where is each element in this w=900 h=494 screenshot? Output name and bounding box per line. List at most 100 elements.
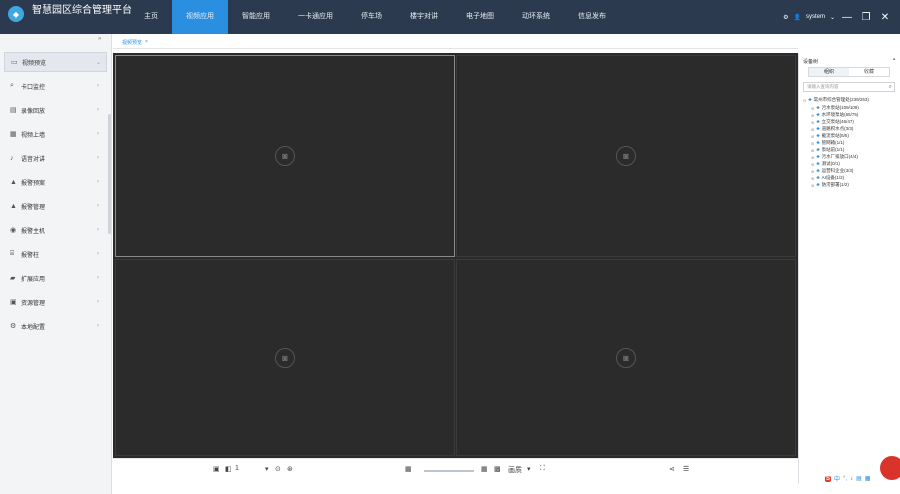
expand-icon[interactable]: ⊞ (811, 176, 814, 181)
stream-select[interactable]: 1 (235, 465, 239, 472)
share-icon[interactable]: ⋖ (669, 465, 675, 473)
video-pane-3[interactable]: ◙ (115, 259, 455, 456)
group-icon: ♣ (816, 119, 820, 125)
video-pane-1[interactable]: ◙ (115, 55, 455, 257)
expand-icon[interactable]: ⊞ (811, 141, 814, 146)
chevron-down-icon[interactable]: ▾ (265, 465, 269, 473)
nav-parking[interactable]: 停车场 (347, 0, 396, 34)
sidebar-item-alarm-plan[interactable]: ▲ 报警预案 › (4, 172, 107, 192)
tab-video-preview[interactable]: 视频预览 × (119, 37, 151, 47)
nav-home[interactable]: 主页 (130, 0, 172, 34)
expand-icon[interactable]: ⊞ (811, 155, 814, 160)
pin-icon[interactable]: ▪ (893, 57, 895, 63)
tree-node[interactable]: ⊞ ♣ 泵站前(1/1) (811, 147, 844, 153)
list-icon[interactable]: ☰ (683, 465, 689, 473)
sidebar-item-extension[interactable]: ▰ 扩展应用 › (4, 268, 107, 288)
close-icon[interactable]: × (145, 39, 148, 45)
sidebar-scrollbar[interactable] (108, 114, 111, 234)
group-icon: ♣ (816, 168, 820, 174)
tree-node[interactable]: ⊞ ♣ 截流泵站(5/5) (811, 133, 849, 139)
sidebar-item-resource[interactable]: ▣ 资源管理 › (4, 292, 107, 312)
expand-icon[interactable]: ⊞ (811, 106, 814, 111)
search-icon[interactable]: ⌕ (889, 83, 892, 91)
tree-node[interactable]: ⊞ ♣ 管网箱(1/1) (811, 140, 844, 146)
tree-node[interactable]: ⊞ ♣ 防涝部署(1/2) (811, 182, 849, 188)
restore-icon[interactable]: ❐ (859, 12, 873, 23)
save-icon[interactable]: ▣ (213, 465, 220, 473)
tree-node[interactable]: ⊞ ♣ 污水泵站(109/109) (811, 105, 859, 111)
collapse-icon[interactable]: ⊟ (803, 98, 806, 103)
tab-favorites[interactable]: 收藏 (849, 68, 889, 76)
input-method-bar: S 中 °, ♪ ▤ ▦ (825, 474, 870, 483)
tree-node[interactable]: ⊞ ♣ 运营科企业(3/3) (811, 168, 853, 174)
sidebar-item-intercom[interactable]: ♪ 语音对讲 › (4, 148, 107, 168)
sidebar-item-local-config[interactable]: ⚙ 本地配置 › (4, 316, 107, 336)
sidebar-item-label: 卡口监控 (21, 84, 46, 91)
nav-video[interactable]: 视频应用 (172, 0, 228, 34)
menu-icon[interactable]: ▦ (865, 475, 871, 482)
sidebar-item-alarm-manage[interactable]: ▲ 报警管理 › (4, 196, 107, 216)
tree-node[interactable]: ⊞ ♣ 道路积水点(3/3) (811, 126, 853, 132)
play-icon[interactable]: ⊙ (275, 465, 281, 473)
microphone-icon[interactable]: ♪ (850, 476, 853, 482)
user-name[interactable]: system (806, 14, 825, 20)
sogou-logo-icon[interactable]: S (825, 475, 832, 482)
camera-icon: ◙ (275, 347, 295, 368)
nav-map[interactable]: 电子地图 (452, 0, 508, 34)
expand-icon[interactable]: ⊞ (811, 169, 814, 174)
stream-icon[interactable]: ◧ (225, 465, 232, 473)
fullscreen-icon[interactable]: ⛶ (540, 465, 545, 473)
sidebar-item-label: 报警主机 (21, 228, 46, 235)
language-icon[interactable]: 中 (834, 474, 840, 483)
expand-icon[interactable]: ⊞ (811, 113, 814, 118)
tree-node[interactable]: ⊞ ♣ 测试(0/1) (811, 161, 840, 167)
gear-icon[interactable]: ⚙ (783, 14, 788, 21)
search-input[interactable]: 请输入查询内容 ⌕ (803, 82, 895, 92)
tab-organization[interactable]: 组织 (809, 68, 849, 76)
sidebar-item-playback[interactable]: ▤ 录像回放 › (4, 100, 107, 120)
double-chevron-left-icon[interactable]: » (98, 36, 101, 42)
chevron-down-icon[interactable]: ▾ (527, 465, 531, 473)
sidebar-item-video-wall[interactable]: ▦ 视频上墙 › (4, 124, 107, 144)
expand-icon[interactable]: ⊞ (811, 148, 814, 153)
refresh-icon[interactable]: ⊛ (287, 465, 293, 473)
tree-node[interactable]: ⊞ ♣ AI设备(1/2) (811, 175, 844, 181)
expand-icon[interactable]: ⊞ (811, 162, 814, 167)
chevron-down-icon[interactable]: ⌄ (830, 14, 835, 21)
group-icon: ♣ (816, 133, 820, 139)
tree-node[interactable]: ⊞ ♣ 水环境泵站(65/75) (811, 112, 858, 118)
expand-icon[interactable]: ⊞ (811, 120, 814, 125)
sidebar-item-checkpoint[interactable]: ⌕ 卡口监控 › (4, 76, 107, 96)
tab-bar: 视频预览 × (113, 34, 798, 49)
nav-intercom[interactable]: 楼宇对讲 (396, 0, 452, 34)
sidebar-item-alarm-host[interactable]: ◉ 报警主机 › (4, 220, 107, 240)
floating-action-button[interactable] (880, 456, 900, 480)
sidebar-item-label: 本地配置 (21, 324, 46, 331)
close-icon[interactable]: ✕ (878, 12, 892, 23)
tree-root[interactable]: ⊟ ♣ 常州市综合管理处(239/253) (803, 97, 869, 103)
video-pane-4[interactable]: ◙ (456, 259, 796, 456)
tree-label: AI设备(1/2) (821, 175, 845, 180)
nav-smart[interactable]: 智能应用 (228, 0, 284, 34)
expand-icon[interactable]: ⊞ (811, 134, 814, 139)
minimize-icon[interactable]: — (840, 12, 854, 23)
tree-node[interactable]: ⊞ ♣ 污水厂排放口(4/4) (811, 154, 858, 160)
nav-environment[interactable]: 动环系统 (508, 0, 564, 34)
nav-info[interactable]: 信息发布 (564, 0, 620, 34)
volume-slider[interactable] (424, 470, 474, 472)
sidebar-item-label: 视频上墙 (21, 132, 46, 139)
expand-icon[interactable]: ⊞ (811, 127, 814, 132)
nav-card[interactable]: 一卡通应用 (284, 0, 347, 34)
layout-icon[interactable]: ▦ (405, 465, 412, 473)
video-pane-2[interactable]: ◙ (456, 55, 796, 257)
picture-icon[interactable]: ▩ (494, 465, 501, 473)
tree-node[interactable]: ⊞ ♣ 立交泵站(46/47) (811, 119, 854, 125)
sidebar-item-video-preview[interactable]: ▭ 视频预览 ⌄ (4, 52, 107, 72)
quality-select[interactable]: 画质 (508, 465, 522, 475)
chevron-right-icon: › (97, 83, 99, 89)
sidebar-item-alarm-pillar[interactable]: ⌸ 报警柱 › (4, 244, 107, 264)
keyboard-icon[interactable]: ▤ (856, 475, 862, 482)
punctuation-icon[interactable]: °, (843, 476, 847, 482)
expand-icon[interactable]: ⊞ (811, 183, 814, 188)
grid-icon[interactable]: ▦ (481, 465, 488, 473)
